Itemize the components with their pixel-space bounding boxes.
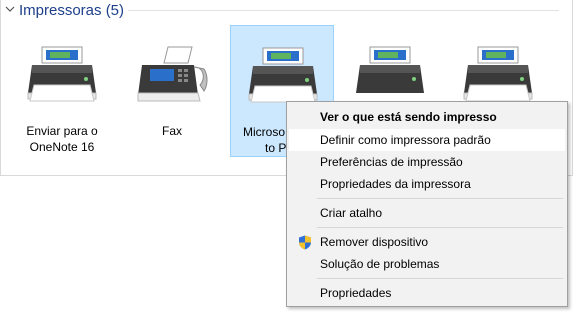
device-label-line1: Fax	[161, 124, 182, 138]
fax-icon	[137, 46, 208, 102]
menu-item-properties[interactable]: Propriedades	[289, 282, 565, 304]
menu-separator	[317, 198, 563, 199]
menu-separator	[317, 227, 563, 228]
menu-item-remove-device[interactable]: Remover dispositivo	[289, 231, 565, 253]
device-label-line2: OneNote 16	[29, 140, 95, 154]
menu-item-troubleshoot[interactable]: Solução de problemas	[289, 253, 565, 275]
menu-item-create-shortcut[interactable]: Criar atalho	[289, 202, 565, 224]
device-onenote[interactable]: Enviar para o OneNote 16	[10, 25, 114, 157]
printer-icon	[356, 46, 424, 93]
device-label: Enviar para o OneNote 16	[10, 123, 114, 155]
group-divider	[128, 10, 559, 11]
shield-icon	[299, 235, 311, 250]
group-header[interactable]: Impressoras (5)	[0, 0, 573, 22]
menu-item-print-preferences[interactable]: Preferências de impressão	[289, 151, 565, 173]
group-title: Impressoras (5)	[19, 2, 125, 19]
device-fax[interactable]: Fax	[120, 25, 224, 157]
menu-separator	[317, 278, 563, 279]
device-label-line1: Microso	[243, 125, 286, 139]
menu-item-printer-properties[interactable]: Propriedades da impressora	[289, 173, 565, 195]
menu-item-see-printing[interactable]: Ver o que está sendo impresso	[289, 106, 565, 128]
menu-item-label: Remover dispositivo	[320, 235, 429, 249]
menu-item-set-default[interactable]: Definir como impressora padrão	[289, 129, 565, 151]
printer-icon	[248, 47, 318, 103]
device-label: Fax	[120, 123, 224, 139]
printer-icon	[27, 46, 97, 102]
device-label-line1: Enviar para o	[26, 124, 98, 138]
context-menu: Ver o que está sendo impresso Definir co…	[286, 101, 568, 307]
chevron-down-icon[interactable]	[4, 3, 16, 15]
printer-icon	[463, 46, 533, 102]
